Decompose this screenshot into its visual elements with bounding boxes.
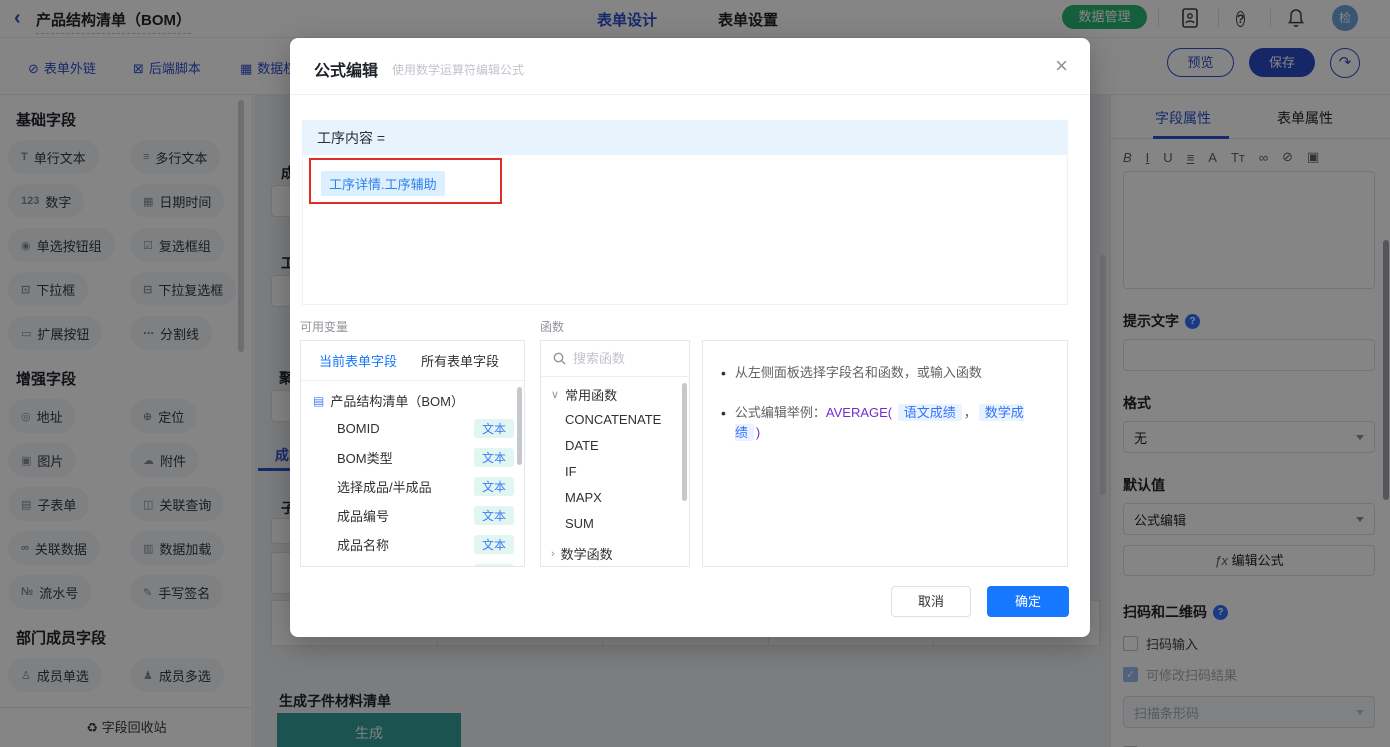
field-variable-item[interactable]: BOMID 文本: [301, 414, 524, 443]
help-panel: • 从左侧面板选择字段名和函数，或输入函数 • 公式编辑举例：AVERAGE( 语…: [702, 340, 1068, 567]
field-variable-item[interactable]: 选择成品/半成品 文本: [301, 472, 524, 501]
field-variable-item[interactable]: 成品编号 文本: [301, 501, 524, 530]
function-group-collapsed[interactable]: › 数学函数: [541, 536, 689, 565]
variables-scrollbar[interactable]: [517, 387, 522, 465]
variables-label: 可用变量: [300, 320, 349, 334]
function-group-common[interactable]: ∨ 常用函数: [541, 377, 689, 406]
tab-all-form-fields[interactable]: 所有表单字段: [421, 351, 499, 370]
variables-tabs: 当前表单字段 所有表单字段: [301, 341, 524, 381]
function-item[interactable]: IF: [541, 458, 689, 484]
document-icon: ▤: [313, 393, 325, 408]
collapsed-function-groups: ›数学函数›文本函数: [541, 536, 689, 566]
functions-label: 函数: [540, 320, 565, 334]
field-type-badge: 文本: [473, 448, 514, 467]
field-variable-list: BOMID 文本 BOM类型 文本 选择成品/半成品 文本 成品编号 文本 成品名称 文本…: [301, 414, 524, 566]
search-icon: [553, 352, 566, 365]
help-line-example: • 公式编辑举例：AVERAGE( 语文成绩，数学成绩): [721, 404, 1024, 441]
formula-editor-dialog: 公式编辑 使用数学运算符编辑公式 × 工序内容 = 工序详情.工序辅助 可用变量…: [290, 38, 1090, 637]
help-line-1: • 从左侧面板选择字段名和函数，或输入函数: [721, 365, 982, 381]
field-variable-item[interactable]: 规格文本: [301, 559, 524, 566]
confirm-button[interactable]: 确定: [987, 586, 1069, 617]
chevron-expanded-icon: ∨: [551, 389, 560, 401]
function-search: [541, 341, 689, 377]
cancel-button[interactable]: 取消: [891, 586, 971, 617]
close-icon[interactable]: ×: [1055, 54, 1068, 78]
chevron-collapsed-icon: ›: [551, 547, 555, 560]
function-item[interactable]: MAPX: [541, 484, 689, 510]
dialog-header: 公式编辑 使用数学运算符编辑公式 ×: [290, 38, 1090, 95]
field-variable-item[interactable]: BOM类型 文本: [301, 443, 524, 472]
field-type-badge: 文本: [473, 535, 514, 554]
dialog-subtitle: 使用数学运算符编辑公式: [392, 63, 525, 77]
dialog-footer: 取消 确定: [891, 586, 1069, 617]
functions-panel: ∨常用函数 CONCATENATEDATEIFMAPXSUM ›数学函数›文本函…: [540, 340, 690, 567]
field-type-badge: 文本: [473, 419, 514, 438]
example-arg-chip: 语文成绩: [897, 404, 962, 421]
annotation-highlight-box: [309, 158, 502, 204]
dialog-title: 公式编辑: [314, 63, 379, 80]
functions-scrollbar[interactable]: [682, 383, 687, 501]
function-item[interactable]: SUM: [541, 510, 689, 536]
function-search-input[interactable]: [573, 351, 673, 366]
app-window: ‹ 产品结构清单（BOM） 表单设计 表单设置 数据管理 ? 检 ⊘ 表单外链 ⊠…: [0, 0, 1390, 747]
form-tree-root[interactable]: ▤ 产品结构清单（BOM）: [301, 381, 524, 414]
tab-current-form-fields[interactable]: 当前表单字段: [319, 351, 397, 370]
example-function-name: AVERAGE(: [825, 405, 893, 420]
formula-editor: 工序内容 = 工序详情.工序辅助: [302, 120, 1068, 305]
field-type-badge: 文本: [473, 564, 514, 566]
function-item[interactable]: DATE: [541, 432, 689, 458]
common-function-list: CONCATENATE DATE IF MAPX SUM: [541, 406, 689, 536]
field-type-badge: 文本: [473, 477, 514, 496]
variables-panel: 当前表单字段 所有表单字段 ▤ 产品结构清单（BOM） BOMID 文本 BOM类型…: [300, 340, 525, 567]
formula-target-bar: 工序内容 =: [303, 121, 1067, 155]
field-variable-item[interactable]: 成品名称 文本: [301, 530, 524, 559]
function-item[interactable]: CONCATENATE: [541, 406, 689, 432]
function-group-collapsed[interactable]: ›文本函数: [541, 565, 689, 566]
field-type-badge: 文本: [473, 506, 514, 525]
formula-input-area[interactable]: 工序详情.工序辅助: [303, 155, 1067, 304]
